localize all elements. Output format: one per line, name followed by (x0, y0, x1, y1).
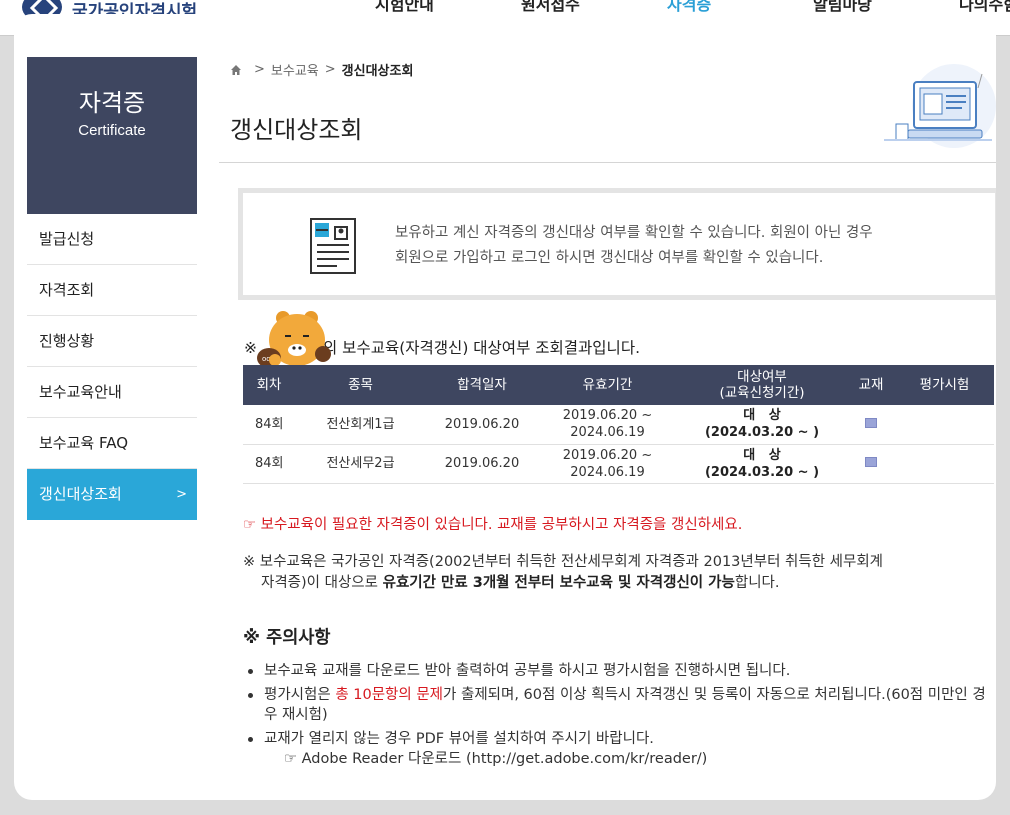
info-box: 보유하고 계신 자격증의 갱신대상 여부를 확인할 수 있습니다. 회원이 아닌… (238, 188, 996, 300)
page-title: 갱신대상조회 (230, 116, 363, 144)
col-target: 대상여부 (교육신청기간) (677, 365, 847, 405)
top-nav: 시험안내 원서접수 자격증 알림마당 나의수험정보 (375, 0, 1010, 15)
home-icon[interactable] (230, 64, 242, 76)
sidebar-item-label: 갱신대상조회 (39, 485, 122, 503)
chevron-right-icon: > (176, 487, 187, 502)
nav-my-info[interactable]: 나의수험정보 (959, 0, 1010, 15)
cell-pass-date: 2019.06.20 (426, 444, 538, 484)
nav-notice[interactable]: 알림마당 (813, 0, 959, 15)
nav-application[interactable]: 원서접수 (521, 0, 667, 15)
cell-book (847, 405, 895, 445)
book-download-icon[interactable] (865, 417, 877, 428)
list-item: 교재가 열리지 않는 경우 PDF 뷰어를 설치하여 주시기 바랍니다. ☞ A… (243, 729, 993, 769)
computer-illustration-icon (884, 64, 996, 148)
info-line: 회원으로 가입하고 로그인 하시면 갱신대상 여부를 확인할 수 있습니다. (395, 250, 824, 266)
note-line: ※ 보수교육은 국가공인 자격증(2002년부터 취득한 전산세무회계 자격증과… (243, 554, 884, 570)
sidebar-item-education-guide[interactable]: 보수교육안내 (27, 367, 197, 418)
note-text: 합니다. (734, 575, 780, 591)
sidebar-menu: 발급신청 자격조회 진행상황 보수교육안내 보수교육 FAQ 갱신대상조회 > (27, 214, 197, 520)
cell-pass-date: 2019.06.20 (426, 405, 538, 445)
table-row: 84회 전산회계1급 2019.06.20 2019.06.20 ~ 2024.… (243, 405, 994, 445)
result-table: 회차 종목 합격일자 유효기간 대상여부 (교육신청기간) 교재 평가시험 84… (243, 365, 994, 484)
title-divider (219, 162, 996, 163)
target-status: 대 상 (743, 447, 781, 463)
valid-from: 2019.06.20 ~ (562, 447, 653, 463)
note-emphasis: 유효기간 만료 3개월 전부터 보수교육 및 자격갱신이 가능 (382, 575, 735, 591)
target-period: (2024.03.20 ~ ) (704, 464, 820, 480)
note-line: 자격증)이 대상으로 유효기간 만료 3개월 전부터 보수교육 및 자격갱신이 … (243, 573, 983, 594)
cell-valid-period: 2019.06.20 ~ 2024.06.19 (538, 405, 677, 445)
col-exam: 평가시험 (895, 365, 994, 405)
note-text: 자격증)이 대상으로 (261, 575, 383, 591)
breadcrumb: > 보수교육 > 갱신대상조회 (230, 60, 413, 79)
sidebar-item-issue[interactable]: 발급신청 (27, 214, 197, 265)
bear-sticker-icon: ooo (257, 311, 331, 368)
sidebar-item-renewal-lookup[interactable]: 갱신대상조회 > (27, 469, 197, 520)
cell-book (847, 444, 895, 484)
cell-valid-period: 2019.06.20 ~ 2024.06.19 (538, 444, 677, 484)
col-target-line2: (교육신청기간) (719, 385, 805, 401)
info-text: 보유하고 계신 자격증의 갱신대상 여부를 확인할 수 있습니다. 회원이 아닌… (395, 221, 873, 271)
cell-subject: 전산회계1급 (295, 405, 426, 445)
cell-round: 84회 (243, 444, 295, 484)
col-subject: 종목 (295, 365, 426, 405)
cell-target: 대 상 (2024.03.20 ~ ) (677, 444, 847, 484)
list-item: 보수교육 교재를 다운로드 받아 출력하여 공부를 하시고 평가시험을 진행하시… (243, 661, 993, 681)
info-line: 보유하고 계신 자격증의 갱신대상 여부를 확인할 수 있습니다. 회원이 아닌… (395, 225, 873, 241)
table-row: 84회 전산세무2급 2019.06.20 2019.06.20 ~ 2024.… (243, 444, 994, 484)
breadcrumb-level1[interactable]: 보수교육 (271, 60, 319, 79)
list-item: 평가시험은 총 10문항의 문제가 출제되며, 60점 이상 획득시 자격갱신 … (243, 685, 993, 725)
book-download-icon[interactable] (865, 457, 877, 467)
sidebar-item-lookup[interactable]: 자격조회 (27, 265, 197, 316)
breadcrumb-separator: > (324, 62, 336, 77)
col-target-line1: 대상여부 (737, 369, 787, 385)
cell-round: 84회 (243, 405, 295, 445)
sidebar-header: 자격증 Certificate (27, 57, 197, 214)
cell-exam (895, 444, 994, 484)
cell-subject: 전산세무2급 (295, 444, 426, 484)
cell-exam (895, 405, 994, 445)
valid-to: 2024.06.19 (570, 464, 645, 480)
caution-emphasis: 총 10문항의 문제 (335, 687, 444, 703)
education-note: ※ 보수교육은 국가공인 자격증(2002년부터 취득한 전산세무회계 자격증과… (243, 552, 983, 594)
valid-to: 2024.06.19 (570, 425, 645, 441)
col-pass-date: 합격일자 (426, 365, 538, 405)
nav-certificate[interactable]: 자격증 (667, 0, 813, 15)
col-book: 교재 (847, 365, 895, 405)
sidebar-subtitle: Certificate (78, 122, 146, 139)
caution-title: ※ 주의사항 (243, 628, 331, 648)
warning-message: ☞ 보수교육이 필요한 자격증이 있습니다. 교재를 공부하시고 자격증을 갱신… (243, 517, 743, 533)
result-suffix: 의 보수교육(자격갱신) 대상여부 조회결과입니다. (323, 339, 641, 357)
sidebar-title: 자격증 (78, 89, 146, 117)
target-status: 대 상 (743, 408, 781, 424)
caution-text: 교재가 열리지 않는 경우 PDF 뷰어를 설치하여 주시기 바랍니다. (264, 731, 654, 747)
modal-panel: 자격증 Certificate 발급신청 자격조회 진행상황 보수교육안내 보수… (14, 14, 996, 800)
breadcrumb-separator: > (254, 62, 265, 77)
table-header-row: 회차 종목 합격일자 유효기간 대상여부 (교육신청기간) 교재 평가시험 (243, 365, 994, 405)
caution-text: 평가시험은 (264, 687, 336, 703)
col-valid-period: 유효기간 (538, 365, 677, 405)
document-profile-icon (310, 218, 356, 274)
adobe-reader-link[interactable]: ☞ Adobe Reader 다운로드 (http://get.adobe.co… (264, 749, 993, 769)
caution-list: 보수교육 교재를 다운로드 받아 출력하여 공부를 하시고 평가시험을 진행하시… (243, 661, 993, 773)
target-period: (2024.03.20 ~ ) (704, 425, 820, 441)
nav-exam-info[interactable]: 시험안내 (375, 0, 521, 15)
sidebar-item-progress[interactable]: 진행상황 (27, 316, 197, 367)
valid-from: 2019.06.20 ~ (562, 408, 653, 424)
col-round: 회차 (243, 365, 295, 405)
sidebar-item-education-faq[interactable]: 보수교육 FAQ (27, 418, 197, 469)
breadcrumb-current: 갱신대상조회 (341, 64, 414, 79)
result-prefix: ※ (244, 339, 257, 357)
cell-target: 대 상 (2024.03.20 ~ ) (677, 405, 847, 445)
